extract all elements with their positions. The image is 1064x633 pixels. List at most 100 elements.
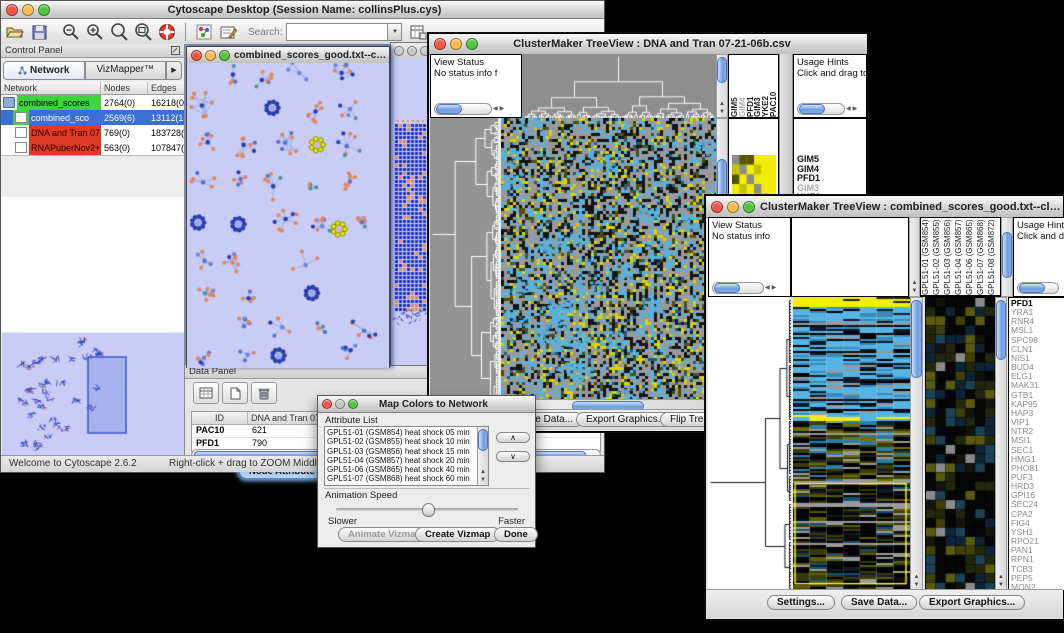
gene-label[interactable]: VIP1 [1011,418,1064,427]
tv2-row-dendrogram[interactable] [708,297,791,591]
gene-label[interactable]: CLN1 [1011,345,1064,354]
network-overview-thumbnail[interactable] [2,333,184,455]
vizmapper-icon[interactable] [194,22,214,42]
gene-label[interactable]: RPN1 [1011,555,1064,564]
save-data-button[interactable]: Save Data... [841,595,917,610]
new-attribute-button[interactable] [222,382,248,404]
attribute-list-item[interactable]: GPL51-04 (GSM857) heat shock 20 min [327,456,488,465]
zoom-in-button[interactable] [85,22,105,42]
done-button[interactable]: Done [494,527,538,542]
zoom-button[interactable] [38,4,50,16]
close-button[interactable] [322,399,332,409]
gene-label[interactable]: HAP3 [1011,409,1064,418]
attribute-browser-icon[interactable] [408,22,428,42]
tab-overflow-arrow-icon[interactable]: ▶ [166,61,182,80]
gene-label[interactable]: PFD1 [1011,299,1064,308]
gene-label[interactable]: TCB3 [1011,565,1064,574]
gene-label[interactable]: GTB1 [1011,391,1064,400]
attribute-list-vscrollbar[interactable]: ▲ ▼ [477,427,488,485]
network-list-row[interactable]: RNAPuberNov2+I563(0)107847(0) [1,140,184,155]
tv2-heatmap-vscrollbar[interactable]: ▲ ▼ [910,297,923,591]
annotation-icon[interactable] [218,22,238,42]
gene-label[interactable]: ELG1 [1011,372,1064,381]
attribute-list-item[interactable]: GPL51-03 (GSM856) heat shock 15 min [327,447,488,456]
network-list-row[interactable]: combined_sco2569(6)13112(15) [1,110,184,125]
gene-label[interactable]: RPO21 [1011,537,1064,546]
gene-label[interactable]: MSL1 [1011,326,1064,335]
network-list-row[interactable]: DNA and Tran 07769(0)183728(0) [1,125,184,140]
gene-label[interactable]: PUF3 [1011,473,1064,482]
gene-label[interactable]: RNR4 [1011,317,1064,326]
save-button[interactable] [29,22,49,42]
gene-label[interactable]: SPC98 [1011,336,1064,345]
close-button[interactable] [434,38,446,50]
gene-label[interactable]: MSI1 [1011,436,1064,445]
close-button[interactable] [394,46,404,56]
move-attribute-down-button[interactable]: ∨ [496,451,530,462]
attribute-list-item[interactable]: GPL51-06 (GSM865) heat shock 40 min [327,465,488,474]
gene-label[interactable]: MAK31 [1011,381,1064,390]
zoom-button[interactable] [348,399,358,409]
open-file-button[interactable] [5,22,25,42]
network-graph-canvas[interactable] [187,63,389,368]
zoom-selected-button[interactable] [109,22,129,42]
gene-label[interactable]: PEP5 [1011,574,1064,583]
network-list-row[interactable]: combined_scores2764(0)16218(0) [1,95,184,110]
gene-label[interactable]: NIS1 [1011,354,1064,363]
tv2-genelist-vscrollbar[interactable]: ▲ ▼ [995,297,1007,591]
gene-label[interactable]: SEC24 [1011,500,1064,509]
animation-speed-slider[interactable] [336,508,518,511]
tab-vizmapper[interactable]: VizMapper™ [85,61,167,80]
create-vizmap-button[interactable]: Create Vizmap [415,527,500,542]
search-dropdown-arrow-icon[interactable]: ▼ [388,23,402,41]
gene-label[interactable]: GPI16 [1011,491,1064,500]
gene-label[interactable]: CPA2 [1011,510,1064,519]
minimize-button[interactable] [407,46,417,56]
gene-label[interactable]: YRA1 [1011,308,1064,317]
tv2-selection-detail-heatmap[interactable] [925,297,996,593]
minimize-button[interactable] [335,399,345,409]
tv2-collabel-scrollbar[interactable]: ▲ ▼ [909,217,920,297]
help-lifebuoy-icon[interactable] [157,22,177,42]
attribute-listbox[interactable]: GPL51-01 (GSM854) heat shock 05 minGPL51… [324,426,489,486]
zoom-fit-button[interactable] [133,22,153,42]
zoom-button[interactable] [466,38,478,50]
tv2-usage-scrollbar[interactable] [1017,282,1059,294]
move-attribute-up-button[interactable]: ∧ [496,432,530,443]
tv1-heatmap-canvas[interactable] [501,118,716,399]
tab-network[interactable]: Network [3,61,85,80]
gene-label[interactable]: PAN1 [1011,546,1064,555]
minimize-button[interactable] [727,201,739,213]
delete-attribute-trash-icon[interactable] [251,382,277,404]
minimize-button[interactable] [205,50,216,61]
close-button[interactable] [6,4,18,16]
gene-label[interactable]: YSH1 [1011,528,1064,537]
gene-label[interactable]: KAP95 [1011,400,1064,409]
zoom-out-button[interactable] [61,22,81,42]
attribute-list-item[interactable]: GPL51-07 (GSM868) heat shock 60 min [327,474,488,483]
gene-label[interactable]: HMG1 [1011,455,1064,464]
float-panel-icon[interactable] [171,46,180,55]
search-combobox[interactable]: ▼ [286,23,402,41]
minimize-button[interactable] [450,38,462,50]
gene-label[interactable]: NTR2 [1011,427,1064,436]
gene-label[interactable]: BUD4 [1011,363,1064,372]
search-input[interactable] [286,23,388,41]
tv2-heatmap-canvas[interactable] [793,297,910,591]
gene-label[interactable]: SEC1 [1011,446,1064,455]
tv1-status-scrollbar[interactable]: ◀▶ [434,103,505,115]
attribute-list-item[interactable]: GPL51-02 (GSM855) heat shock 10 min [327,437,488,446]
gene-label[interactable]: FIG4 [1011,519,1064,528]
main-titlebar[interactable]: Cytoscape Desktop (Session Name: collins… [1,1,604,19]
gene-label[interactable]: PHO81 [1011,464,1064,473]
close-button[interactable] [191,50,202,61]
gene-label[interactable]: HRD3 [1011,482,1064,491]
tv2-status-scrollbar[interactable]: ◀▶ [712,282,777,294]
zoom-button[interactable] [743,201,755,213]
minimize-button[interactable] [22,4,34,16]
slider-thumb[interactable] [422,503,435,517]
export-graphics-button[interactable]: Export Graphics... [919,595,1025,610]
attribute-list-item[interactable]: GPL51-01 (GSM854) heat shock 05 min [327,428,488,437]
tv1-usage-scrollbar[interactable]: ◀▶ [797,103,858,115]
tv2-collabels-vscrollbar[interactable] [1001,217,1013,297]
